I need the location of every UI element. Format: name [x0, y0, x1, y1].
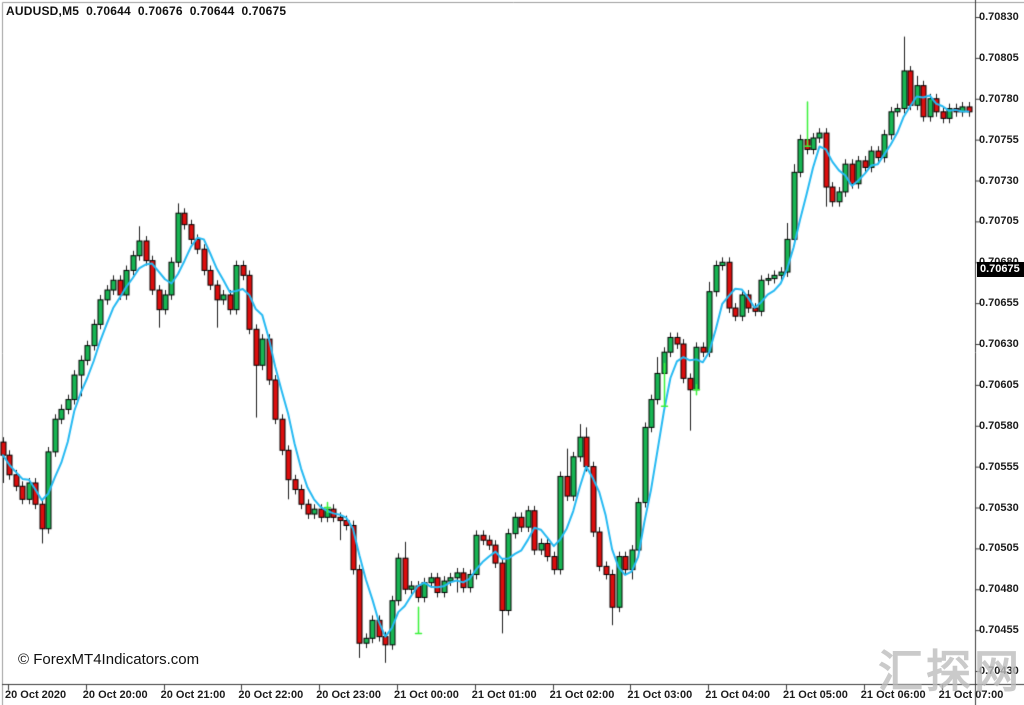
time-axis-label: 20 Oct 23:00 [316, 689, 381, 701]
copyright-text: © ForexMT4Indicators.com [18, 651, 199, 668]
price-axis-label: 0.70605 [979, 379, 1019, 391]
price-axis-label: 0.70805 [979, 52, 1019, 64]
time-axis-label: 21 Oct 01:00 [472, 689, 537, 701]
price-axis-label: 0.70505 [979, 542, 1019, 554]
time-axis-label: 21 Oct 04:00 [705, 689, 770, 701]
price-axis-label: 0.70755 [979, 134, 1019, 146]
price-axis-label: 0.70655 [979, 297, 1019, 309]
price-axis-label: 0.70630 [979, 338, 1019, 350]
time-axis-label: 20 Oct 22:00 [238, 689, 303, 701]
time-axis-label: 20 Oct 21:00 [161, 689, 226, 701]
current-price-badge: 0.70675 [977, 262, 1024, 277]
price-axis-label: 0.70730 [979, 175, 1019, 187]
price-axis-label: 0.70705 [979, 215, 1019, 227]
watermark-text: 汇探网 [878, 649, 1022, 694]
price-axis-label: 0.70530 [979, 502, 1019, 514]
quote-line: AUDUSD,M5 0.70644 0.70676 0.70644 0.70675 [6, 4, 293, 18]
quote-close: 0.70675 [241, 4, 286, 18]
quote-open: 0.70644 [86, 4, 131, 18]
time-axis-label: 20 Oct 2020 [5, 689, 66, 701]
time-axis-label: 21 Oct 05:00 [783, 689, 848, 701]
quote-low: 0.70644 [190, 4, 235, 18]
price-axis-label: 0.70555 [979, 461, 1019, 473]
price-axis-label: 0.70780 [979, 93, 1019, 105]
time-axis-label: 21 Oct 02:00 [550, 689, 615, 701]
quote-high: 0.70676 [138, 4, 183, 18]
time-axis-label: 21 Oct 00:00 [394, 689, 459, 701]
price-axis-label: 0.70455 [979, 624, 1019, 636]
price-axis-label: 0.70480 [979, 583, 1019, 595]
mt4-chart-window: AUDUSD,M5 0.70644 0.70676 0.70644 0.70675 0.… [0, 0, 1024, 705]
candlestick-chart-canvas[interactable] [0, 0, 1024, 705]
price-axis-label: 0.70830 [979, 11, 1019, 23]
time-axis-label: 20 Oct 20:00 [83, 689, 148, 701]
price-axis-label: 0.70580 [979, 420, 1019, 432]
time-axis-label: 21 Oct 03:00 [627, 689, 692, 701]
symbol-period-label: AUDUSD,M5 [6, 4, 79, 18]
